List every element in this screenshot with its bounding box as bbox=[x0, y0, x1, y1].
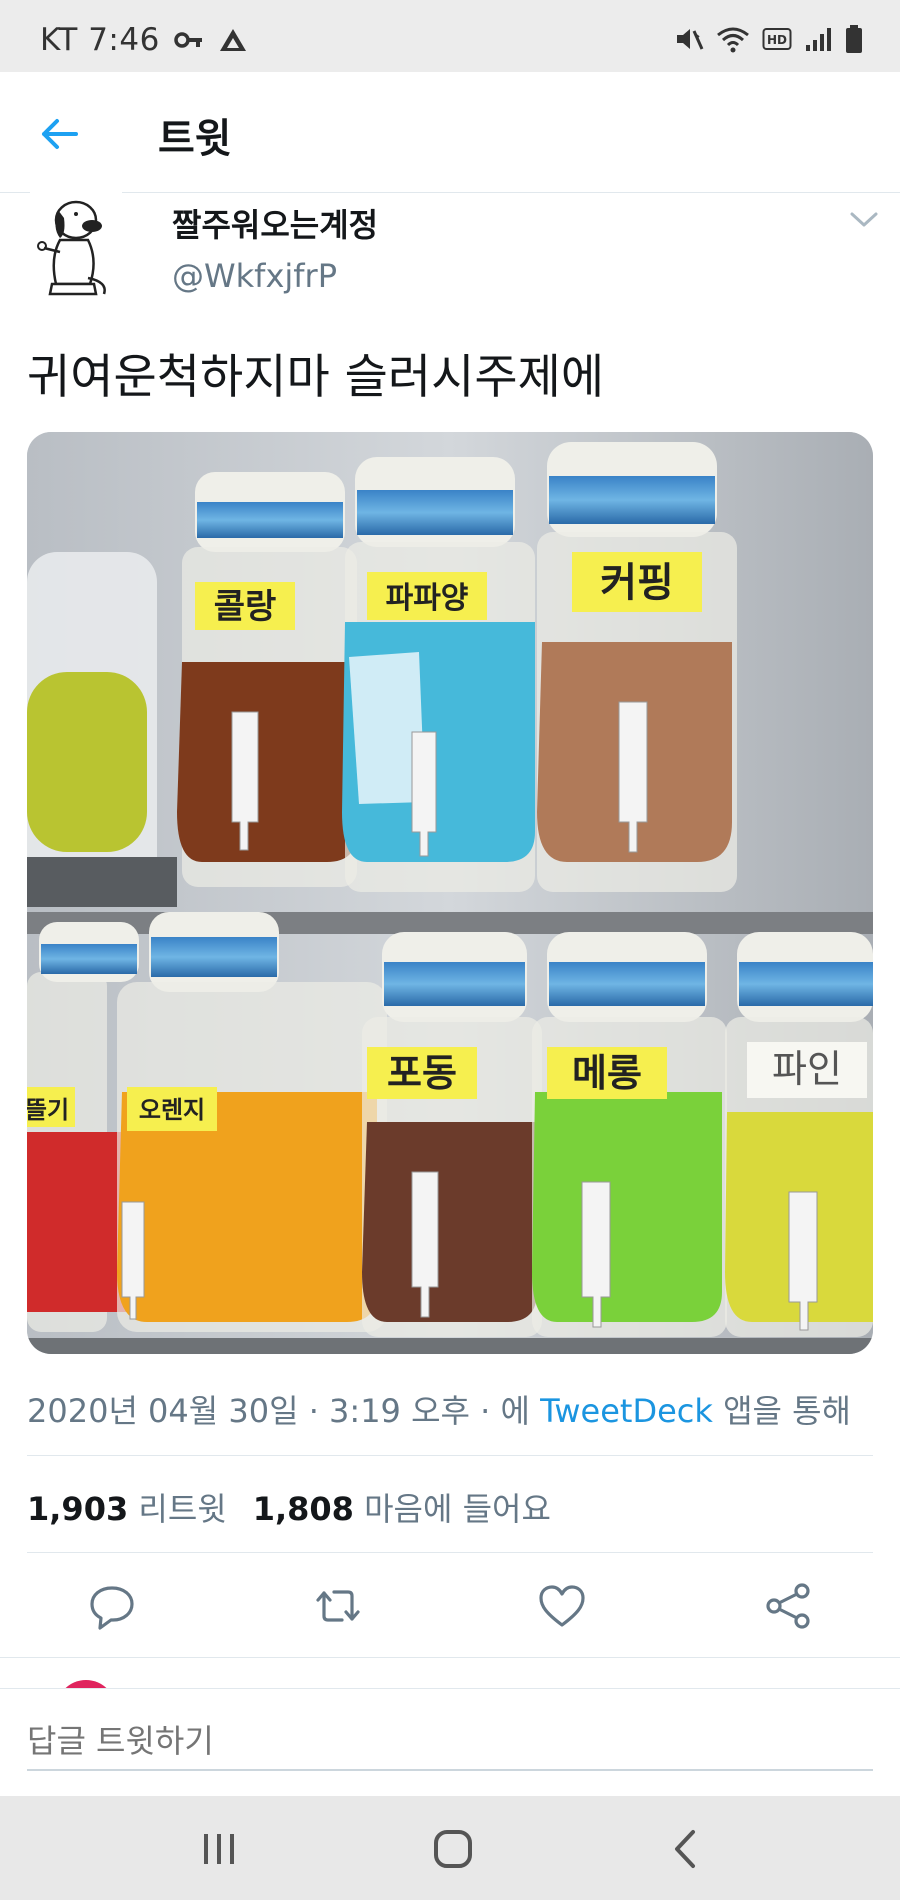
machine-label-melon: 메롱 bbox=[572, 1051, 642, 1095]
machine-label-strawberry: 뜰기 bbox=[27, 1096, 69, 1124]
system-nav-bar bbox=[0, 1796, 900, 1900]
retweet-label: 리트윗 bbox=[138, 1490, 227, 1528]
machine-label-cola: 콜랑 bbox=[214, 587, 277, 627]
retweet-icon[interactable] bbox=[310, 1578, 366, 1634]
tweet-date-time: 2020년 04월 30일 · 3:19 오후 · 에 bbox=[27, 1392, 541, 1430]
status-left: KT 7:46 bbox=[40, 22, 248, 58]
reply-avatar bbox=[56, 1680, 116, 1688]
next-reply-peek bbox=[0, 1658, 900, 1688]
chevron-down-icon[interactable] bbox=[848, 206, 880, 232]
reply-icon[interactable] bbox=[84, 1578, 140, 1634]
tweet-stats: 1,903 리트윗 1,808 마음에 들어요 bbox=[27, 1484, 551, 1530]
status-time: KT 7:46 bbox=[40, 22, 160, 58]
svg-text:HD: HD bbox=[767, 33, 787, 47]
machine-label-coffee: 커핑 bbox=[600, 560, 674, 606]
home-icon[interactable] bbox=[426, 1824, 480, 1874]
user-handle[interactable]: @WkfxjfrP bbox=[172, 257, 337, 295]
tweet-source-suffix: 앱을 통해 bbox=[712, 1392, 851, 1430]
battery-icon bbox=[846, 25, 862, 53]
recent-apps-icon[interactable] bbox=[192, 1824, 246, 1874]
reply-input[interactable] bbox=[27, 1707, 873, 1771]
wifi-icon bbox=[717, 27, 749, 53]
like-heart-icon[interactable] bbox=[534, 1578, 590, 1634]
machine-label-orange: 오렌지 bbox=[139, 1096, 205, 1124]
tweet-text: 귀여운척하지마 슬러시주제에 bbox=[27, 350, 605, 405]
reply-bar bbox=[0, 1688, 900, 1796]
key-icon bbox=[174, 32, 202, 48]
divider bbox=[27, 1455, 873, 1456]
status-right: HD bbox=[674, 24, 864, 54]
machine-label-grape: 포동 bbox=[387, 1051, 457, 1095]
back-arrow-icon[interactable] bbox=[36, 110, 84, 158]
signal-icon bbox=[806, 28, 831, 51]
app-header: 트윗 bbox=[0, 72, 900, 193]
machine-label-pineapple: 파인 bbox=[772, 1047, 842, 1091]
status-bar: KT 7:46 HD bbox=[0, 0, 900, 72]
like-count: 1,808 bbox=[252, 1490, 354, 1528]
navigation-icon bbox=[219, 29, 246, 51]
hd-icon: HD bbox=[762, 28, 792, 50]
machine-label-blue: 파파양 bbox=[386, 581, 469, 616]
back-icon[interactable] bbox=[660, 1824, 714, 1874]
divider bbox=[27, 1552, 873, 1553]
tweet-media-image[interactable]: 콜랑 파파양 커핑 뜰기 오렌지 포동 메롱 파인 bbox=[27, 432, 873, 1354]
slush-machines-photo: 콜랑 파파양 커핑 뜰기 오렌지 포동 메롱 파인 bbox=[27, 432, 873, 1354]
mute-vibrate-icon bbox=[677, 29, 704, 50]
display-name[interactable]: 짤주워오는계정 bbox=[172, 200, 378, 246]
retweet-stat[interactable]: 1,903 리트윗 bbox=[27, 1490, 227, 1528]
like-stat[interactable]: 1,808 마음에 들어요 bbox=[253, 1490, 551, 1528]
like-label: 마음에 들어요 bbox=[364, 1490, 551, 1528]
tweet-source-link[interactable]: TweetDeck bbox=[540, 1392, 713, 1430]
retweet-count: 1,903 bbox=[27, 1490, 129, 1528]
avatar[interactable] bbox=[30, 188, 122, 304]
tweet-timestamp: 2020년 04월 30일 · 3:19 오후 · 에 TweetDeck 앱을… bbox=[27, 1386, 851, 1432]
page-title: 트윗 bbox=[158, 116, 232, 162]
share-icon[interactable] bbox=[760, 1578, 816, 1634]
